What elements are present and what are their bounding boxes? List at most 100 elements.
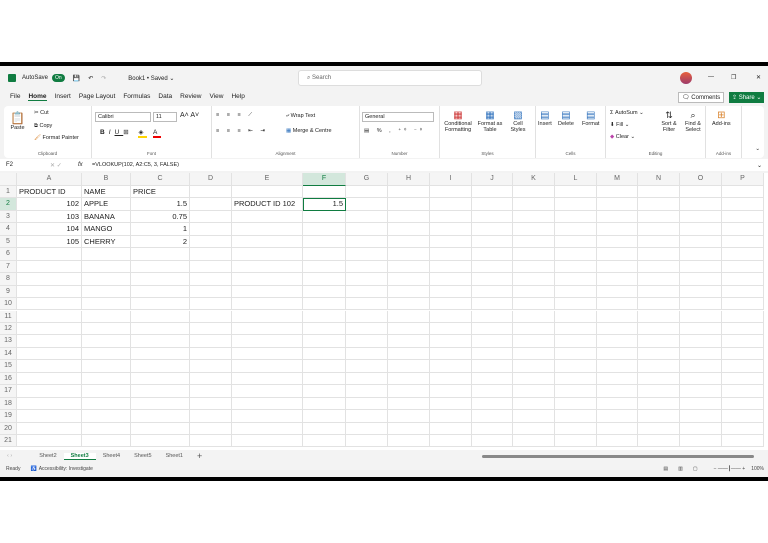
fx-icon[interactable]: fx [78,162,92,168]
row-header-19[interactable]: 19 [0,410,17,423]
cell-E8[interactable] [232,273,303,286]
cut-button[interactable]: ✂ Cut [34,110,49,116]
cell-I21[interactable] [430,435,472,448]
row-header-11[interactable]: 11 [0,310,17,323]
cell-E9[interactable] [232,285,303,299]
sheet-tab-sheet3[interactable]: Sheet3 [63,452,96,460]
cell-H15[interactable] [388,360,430,373]
cell-M10[interactable] [597,298,638,311]
menu-tab-view[interactable]: View [209,93,223,101]
cell-A2[interactable]: 102 [17,198,82,211]
menu-tab-help[interactable]: Help [231,93,244,101]
cell-B13[interactable] [82,335,131,348]
cell-D3[interactable] [190,210,232,224]
conditional-formatting-button[interactable]: ▦ Conditional Formatting [442,110,474,133]
menu-tab-file[interactable]: File [10,93,20,101]
cell-N20[interactable] [638,422,680,435]
cell-F15[interactable] [303,360,346,373]
cell-O15[interactable] [680,360,722,373]
delete-button[interactable]: ▤ Delete [558,110,574,127]
cell-G8[interactable] [346,273,388,286]
cell-K7[interactable] [513,260,555,274]
cell-I20[interactable] [430,422,472,435]
cell-O16[interactable] [680,372,722,386]
cell-M3[interactable] [597,210,638,224]
sheet-tab-sheet5[interactable]: Sheet5 [127,453,158,459]
addins-button[interactable]: ⊞ Add-ins [712,110,731,127]
cell-I11[interactable] [430,310,472,323]
cell-H7[interactable] [388,260,430,274]
cell-H2[interactable] [388,198,430,211]
row-header-18[interactable]: 18 [0,397,17,411]
menu-tab-data[interactable]: Data [158,93,172,101]
cell-A14[interactable] [17,347,82,361]
cell-N16[interactable] [638,372,680,386]
cell-J8[interactable] [472,273,513,286]
cell-B10[interactable] [82,298,131,311]
cell-J5[interactable] [472,235,513,249]
formula-input[interactable]: =VLOOKUP(102, A2:C5, 3, FALSE) [92,162,757,168]
paste-button[interactable]: 📋 Paste [10,111,25,131]
cell-I10[interactable] [430,298,472,311]
font-name-select[interactable]: Calibri [95,112,151,122]
cell-C7[interactable] [131,260,190,274]
cell-E17[interactable] [232,385,303,398]
cell-M21[interactable] [597,435,638,448]
cell-A21[interactable] [17,435,82,448]
column-header-N[interactable]: N [638,173,680,186]
cell-N1[interactable] [638,186,680,199]
cell-O19[interactable] [680,410,722,423]
cell-K20[interactable] [513,422,555,435]
cell-B1[interactable]: NAME [82,186,131,199]
cell-C11[interactable] [131,310,190,323]
avatar[interactable] [680,72,692,84]
zoom-level[interactable]: 100% [751,466,764,472]
document-title[interactable]: Book1 • Saved ⌄ [128,75,174,82]
cell-M7[interactable] [597,260,638,274]
cell-B11[interactable] [82,310,131,323]
row-header-2[interactable]: 2 [0,198,17,211]
row-header-10[interactable]: 10 [0,298,17,311]
fill-button[interactable]: ⬇ Fill ⌄ [610,122,629,128]
cell-J10[interactable] [472,298,513,311]
accessibility-status[interactable]: Accessibility: Investigate [39,466,93,472]
cell-D12[interactable] [190,322,232,336]
collapse-ribbon-icon[interactable]: ⌄ [755,146,760,152]
cell-I3[interactable] [430,210,472,224]
cell-F5[interactable] [303,235,346,249]
cell-M16[interactable] [597,372,638,386]
cell-B21[interactable] [82,435,131,448]
cell-E13[interactable] [232,335,303,348]
cell-E18[interactable] [232,397,303,411]
restore-button[interactable]: ❐ [731,74,736,81]
row-header-12[interactable]: 12 [0,322,17,336]
column-header-J[interactable]: J [472,173,513,186]
cell-O5[interactable] [680,235,722,249]
cell-G11[interactable] [346,310,388,323]
font-format-buttons[interactable]: BIU⊞ ◈ A [100,128,162,138]
cell-A11[interactable] [17,310,82,323]
cell-K18[interactable] [513,397,555,411]
cell-N6[interactable] [638,248,680,261]
cell-O3[interactable] [680,210,722,224]
row-header-16[interactable]: 16 [0,372,17,386]
cell-P17[interactable] [722,385,764,398]
cell-I6[interactable] [430,248,472,261]
cell-D17[interactable] [190,385,232,398]
cell-A10[interactable] [17,298,82,311]
cell-N14[interactable] [638,347,680,361]
cell-M2[interactable] [597,198,638,211]
cell-N12[interactable] [638,322,680,336]
cell-G13[interactable] [346,335,388,348]
cell-G14[interactable] [346,347,388,361]
cell-O17[interactable] [680,385,722,398]
cancel-confirm-icons[interactable]: ✕ ✓ [50,162,78,169]
cell-N9[interactable] [638,285,680,299]
column-header-D[interactable]: D [190,173,232,186]
cell-H3[interactable] [388,210,430,224]
cell-J21[interactable] [472,435,513,448]
cell-N19[interactable] [638,410,680,423]
cell-J17[interactable] [472,385,513,398]
merge-centre-button[interactable]: ▦ Merge & Centre [286,128,332,134]
cell-H8[interactable] [388,273,430,286]
